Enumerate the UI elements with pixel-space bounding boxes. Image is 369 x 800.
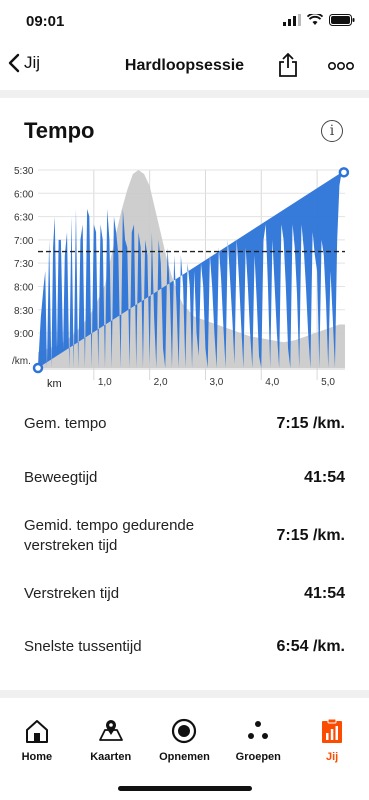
more-icon	[327, 61, 354, 71]
chart-x-tick-label: 3,0	[209, 377, 223, 388]
you-icon	[322, 718, 343, 743]
chart-x-tick-label: 2,0	[154, 377, 168, 388]
pace-chart-svg: 5:30 6:00 6:30 7:00 7:30 8:00 8:30 9:00/km. 1,0 2…	[12, 166, 350, 390]
map-icon	[98, 720, 123, 741]
tab-label: Groepen	[235, 751, 281, 763]
stat-label: Verstreken tijd	[24, 585, 120, 602]
chart-y-tick-label: 6:00	[14, 189, 34, 200]
stat-value: 7:15 /km.	[276, 415, 345, 432]
home-indicator	[118, 786, 252, 791]
tab-bar: Home Kaarten Opnemen Groepen Jij	[0, 716, 369, 776]
section-divider	[0, 690, 369, 698]
card-title: Tempo	[24, 118, 95, 143]
tab-you[interactable]: Jij	[296, 716, 368, 776]
stat-elapsed-time: Verstreken tijd 41:54	[24, 584, 345, 604]
stat-value: 7:15 /km.	[276, 527, 345, 544]
tab-label: Jij	[325, 751, 339, 763]
stat-label: Snelste tussentijd	[24, 638, 142, 655]
more-button[interactable]	[327, 58, 354, 76]
section-divider	[0, 90, 369, 98]
stat-value: 6:54 /km.	[276, 638, 345, 655]
tab-groups[interactable]: Groepen	[222, 716, 294, 776]
chart-y-tick-label: 6:30	[14, 213, 34, 224]
back-button[interactable]: Jij	[8, 53, 40, 73]
chevron-left-icon	[8, 53, 20, 73]
chart-y-tick-label: 5:30	[14, 166, 34, 177]
chart-x-tick-label: 5,0	[321, 377, 335, 388]
stat-label: Gemid. tempo gedurende verstreken tijd	[24, 517, 195, 554]
pace-chart: 5:30 6:00 6:30 7:00 7:30 8:00 8:30 9:00/km. 1,0 2…	[0, 165, 369, 395]
home-icon	[25, 720, 48, 743]
stat-avg-pace-elapsed: Gemid. tempo gedurende verstreken tijd 7…	[24, 516, 345, 556]
stat-label: Beweegtijd	[24, 469, 98, 486]
stat-avg-pace: Gem. tempo 7:15 /km.	[24, 414, 345, 434]
chart-end-marker	[338, 167, 350, 178]
chart-y-axis-label: /km.	[12, 356, 31, 367]
signal-icon	[283, 14, 301, 26]
stat-value: 41:54	[304, 469, 345, 486]
chart-y-tick-label: 7:00	[14, 236, 34, 247]
tab-label: Home	[21, 751, 53, 763]
chart-x-tick-label: 1,0	[98, 377, 112, 388]
chart-y-tick-label: 8:30	[14, 306, 34, 317]
status-icons	[283, 14, 355, 26]
page-title: Hardloopsessie	[124, 57, 245, 74]
info-icon[interactable]: i	[321, 120, 343, 142]
chart-y-tick-label: 7:30	[14, 259, 34, 270]
status-time: 09:01	[26, 13, 65, 30]
stat-value: 41:54	[304, 585, 345, 602]
record-icon	[172, 718, 197, 744]
stat-fastest-split: Snelste tussentijd 6:54 /km.	[24, 637, 345, 657]
share-icon	[279, 52, 297, 77]
nav-bar: Jij Hardloopsessie	[0, 44, 369, 90]
tab-label: Kaarten	[90, 751, 132, 763]
tab-record[interactable]: Opnemen	[148, 716, 220, 776]
wifi-icon	[307, 14, 323, 25]
tab-home[interactable]: Home	[1, 716, 73, 776]
groups-icon	[248, 721, 269, 739]
back-label: Jij	[24, 53, 41, 72]
status-bar: 09:01	[0, 0, 369, 44]
tab-label: Opnemen	[159, 751, 210, 763]
chart-x-axis-label: km	[47, 378, 62, 390]
chart-y-tick-label: 9:00	[14, 329, 34, 340]
chart-y-tick-label: 8:00	[14, 282, 34, 293]
chart-x-tick-label: 4,0	[265, 377, 279, 388]
battery-icon	[329, 14, 355, 26]
stat-moving-time: Beweegtijd 41:54	[24, 468, 345, 488]
chart-start-marker	[32, 362, 44, 374]
tab-maps[interactable]: Kaarten	[75, 716, 147, 776]
stat-label: Gem. tempo	[24, 415, 107, 432]
share-button[interactable]	[278, 52, 298, 83]
